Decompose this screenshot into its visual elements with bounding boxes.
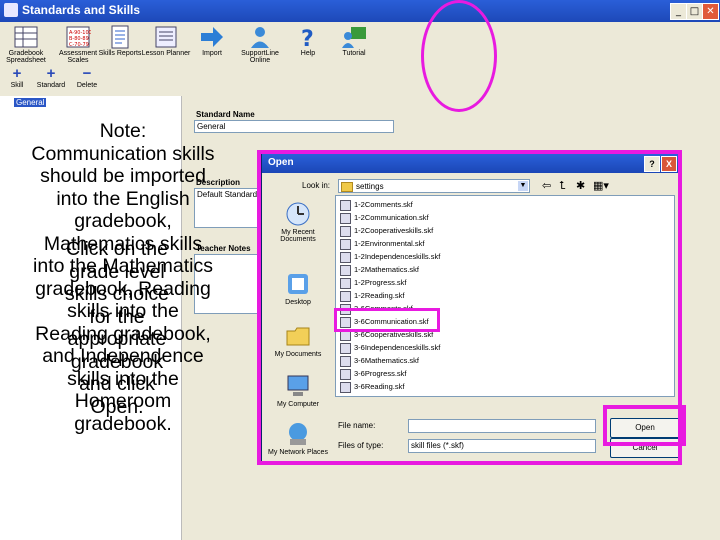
plus-icon: + — [12, 65, 22, 82]
maximize-button[interactable]: □ — [686, 3, 703, 20]
help-icon: ? — [301, 27, 314, 49]
tree-item-general[interactable]: General — [14, 98, 47, 107]
skills-reports-button[interactable]: Skills Reports — [94, 22, 146, 64]
planner-icon — [155, 26, 177, 48]
app-title-bar: Standards and Skills _ □ ✕ — [0, 0, 720, 22]
toolbar-label: Skills Reports — [98, 50, 142, 57]
plus-icon: + — [46, 65, 56, 82]
tutorial-icon — [342, 27, 366, 48]
toolbar-label: Gradebook Spreadsheet — [6, 50, 46, 64]
open-button-highlight-box — [603, 405, 686, 446]
edit-toolbar: + Skill + Standard − Delete — [0, 64, 720, 96]
import-arrow-icon — [201, 27, 223, 47]
svg-text:C-70-79: C-70-79 — [69, 42, 89, 48]
highlight-ellipse — [421, 0, 497, 112]
toolbar-label: Import — [202, 50, 222, 57]
report-icon — [111, 25, 129, 49]
scales-icon: A-90-100B-80-89C-70-79 — [66, 26, 91, 48]
toolbar-label: Help — [300, 50, 316, 57]
main-toolbar: Gradebook Spreadsheet A-90-100 B-80-89 C-7… — [0, 22, 720, 65]
add-skill-button[interactable]: + Skill — [0, 65, 34, 90]
tutorial-button[interactable]: Tutorial — [328, 22, 380, 64]
toolbar-label: Standard — [36, 82, 66, 89]
toolbar-label: Delete — [76, 82, 98, 89]
app-title: Standards and Skills — [22, 3, 141, 17]
toolbar-label: Skill — [10, 82, 24, 89]
app-icon — [4, 3, 18, 17]
supportline-online-button[interactable]: SupportLine Online — [234, 22, 286, 64]
gradebook-spreadsheet-button[interactable]: Gradebook Spreadsheet — [0, 22, 52, 64]
svg-text:?: ? — [301, 27, 314, 49]
close-button[interactable]: ✕ — [702, 3, 719, 20]
add-standard-button[interactable]: + Standard — [34, 65, 68, 90]
file-highlight-box — [334, 308, 440, 332]
support-person-icon — [251, 27, 269, 48]
minus-icon: − — [82, 65, 92, 82]
minimize-button[interactable]: _ — [670, 3, 687, 20]
click-instruction: Click on the grade level skills choice f… — [64, 238, 170, 418]
delete-button[interactable]: − Delete — [70, 65, 104, 90]
toolbar-label: SupportLine Online — [241, 50, 279, 64]
import-button[interactable]: Import — [186, 22, 238, 64]
toolbar-label: Lesson Planner — [141, 50, 191, 57]
toolbar-label: Tutorial — [342, 50, 366, 57]
help-button[interactable]: ? Help — [282, 22, 334, 64]
standard-name-label: Standard Name — [196, 110, 255, 119]
lesson-planner-button[interactable]: Lesson Planner — [140, 22, 192, 64]
spreadsheet-icon — [14, 26, 38, 48]
